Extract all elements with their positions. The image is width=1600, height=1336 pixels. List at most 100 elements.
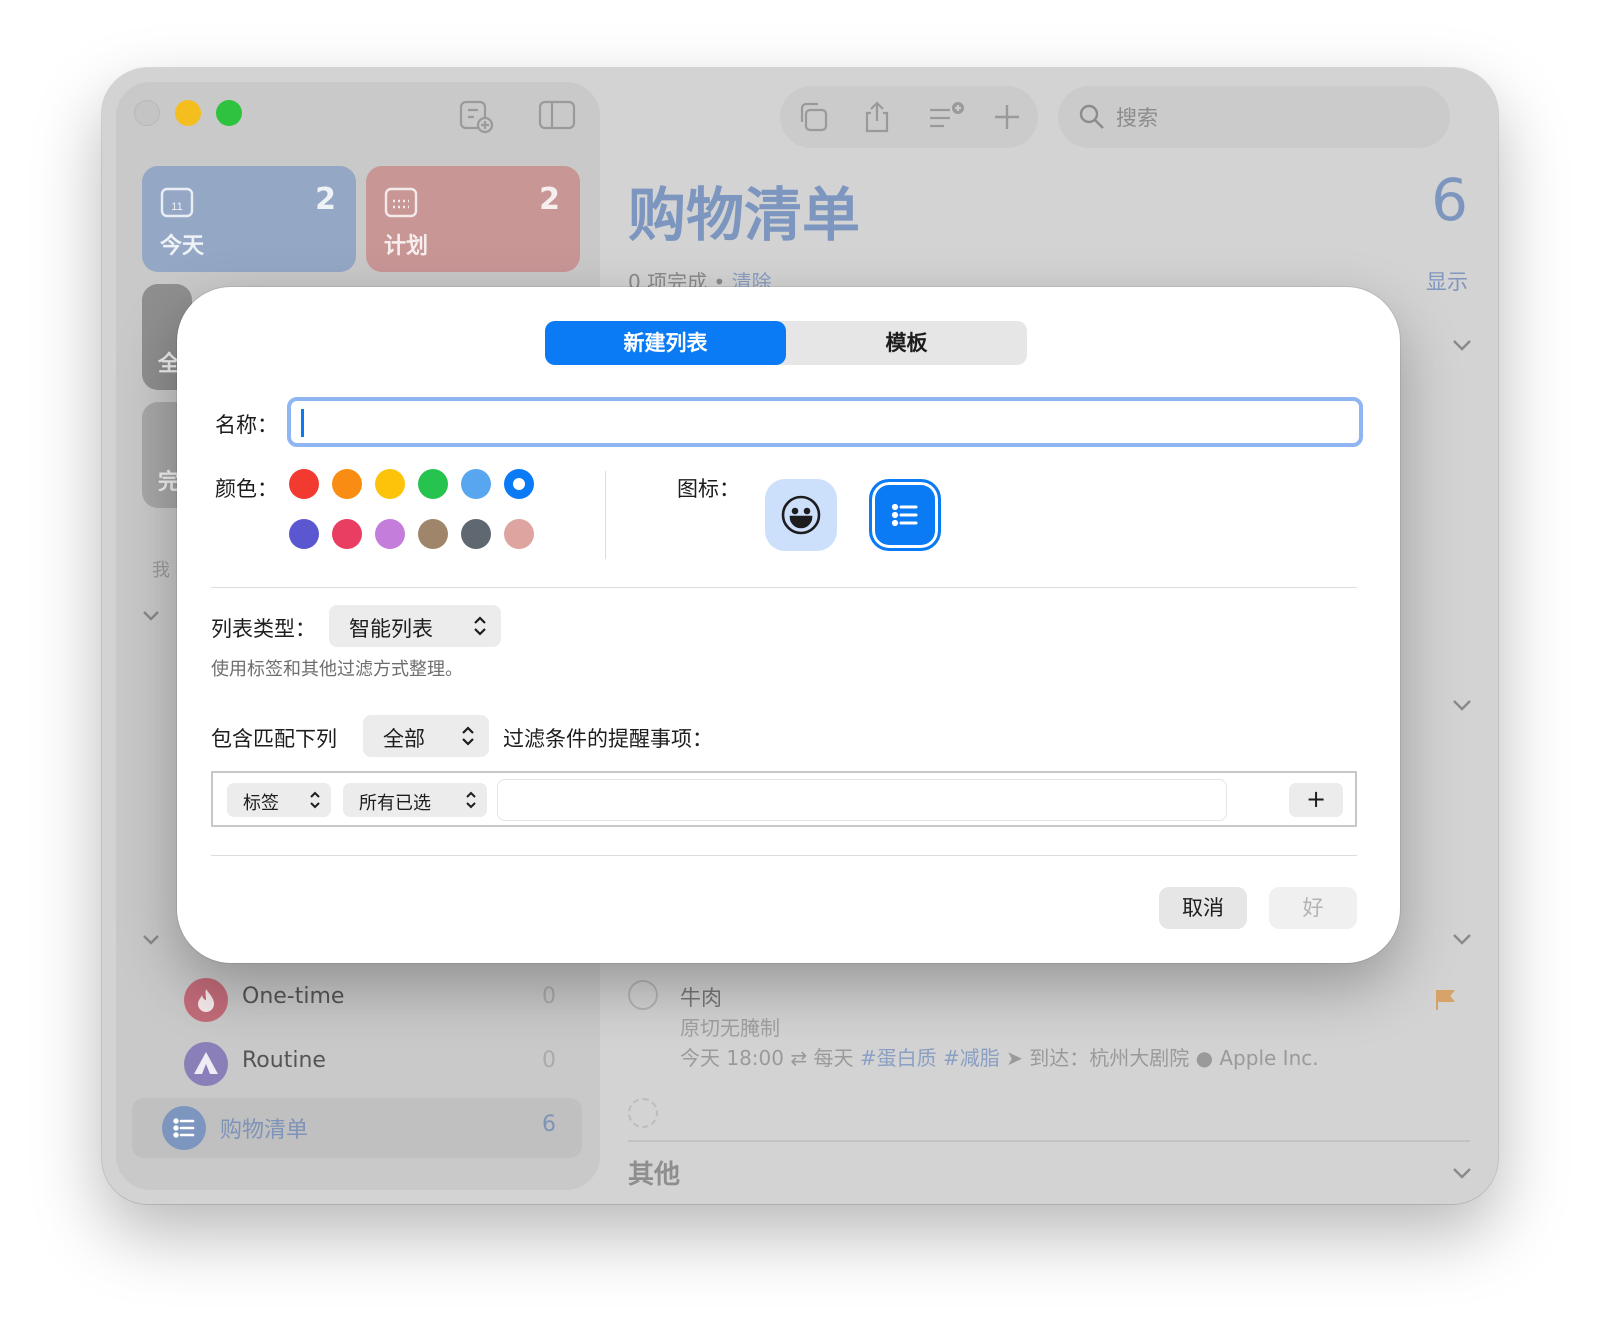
include-suffix-label: 过滤条件的提醒事项： xyxy=(503,727,713,751)
task-meta: 今天 18:00 ⇄ 每天 #蛋白质 #减脂 ➤ 到达：杭州大剧院 ● Appl… xyxy=(680,1042,1319,1071)
new-list-icon[interactable] xyxy=(458,98,494,138)
new-task-checkbox[interactable] xyxy=(628,1098,658,1128)
tab-templates[interactable]: 模板 xyxy=(786,321,1027,365)
divider xyxy=(211,855,1357,856)
color-swatch[interactable] xyxy=(289,469,319,499)
sidebar-item-count: 0 xyxy=(542,984,556,1009)
sidebar-item-label: 购物清单 xyxy=(220,1118,309,1143)
sidebar-item-one-time[interactable]: One-time 0 xyxy=(132,970,582,1030)
divider xyxy=(211,587,1357,588)
task-note: 原切无腌制 xyxy=(680,1016,780,1040)
color-swatch[interactable] xyxy=(418,519,448,549)
smart-list-label: 计划 xyxy=(384,234,429,259)
sidebar-item-label: Routine xyxy=(242,1048,326,1073)
color-label: 颜色： xyxy=(215,477,278,501)
task-assignee: Apple Inc. xyxy=(1219,1046,1319,1070)
chevron-down-icon[interactable] xyxy=(1452,336,1472,355)
smart-list-today[interactable]: 11 2 今天 xyxy=(142,166,356,272)
section-divider xyxy=(628,1140,1470,1142)
list-type-select[interactable]: 智能列表 xyxy=(329,605,501,647)
task-tags[interactable]: #蛋白质 #减脂 xyxy=(860,1046,1000,1070)
updown-chevron-icon xyxy=(465,790,477,815)
filter-value-input[interactable] xyxy=(497,779,1227,821)
flag-icon xyxy=(1434,988,1458,1016)
icon-option-list[interactable] xyxy=(869,479,941,551)
color-swatch[interactable] xyxy=(332,519,362,549)
color-swatch[interactable] xyxy=(375,469,405,499)
section-header-other: 其他 xyxy=(628,1160,681,1190)
window-minimize-button[interactable] xyxy=(175,100,201,126)
message-bubble-icon: ● xyxy=(1195,1046,1220,1070)
sidebar-item-shopping-list[interactable]: 购物清单 6 xyxy=(132,1098,582,1158)
smart-list-planned[interactable]: 2 计划 xyxy=(366,166,580,272)
calendar-date-number: 11 xyxy=(171,201,182,213)
color-swatch[interactable] xyxy=(375,519,405,549)
smiley-icon xyxy=(779,493,823,541)
sidebar-item-routine[interactable]: Routine 0 xyxy=(132,1034,582,1094)
tent-icon xyxy=(184,1042,228,1086)
tab-new-list[interactable]: 新建列表 xyxy=(545,321,786,365)
new-list-dialog: 新建列表 模板 名称： 颜色： 图标： 列表类型： 智能列表 使用标签和其他过滤… xyxy=(177,287,1400,963)
chevron-down-icon[interactable] xyxy=(142,930,160,951)
match-mode-select[interactable]: 全部 xyxy=(363,715,489,757)
list-name-input[interactable] xyxy=(287,397,1363,447)
color-swatch[interactable] xyxy=(504,469,534,499)
updown-chevron-icon xyxy=(309,790,321,815)
task-repeat: 每天 xyxy=(813,1046,854,1070)
color-swatch[interactable] xyxy=(289,519,319,549)
task-location: 到达：杭州大剧院 xyxy=(1029,1046,1190,1070)
color-swatch[interactable] xyxy=(418,469,448,499)
filter-row: 标签 所有已选 + xyxy=(211,771,1357,827)
page-title: 购物清单 xyxy=(628,181,861,249)
cancel-button[interactable]: 取消 xyxy=(1159,887,1247,929)
name-label: 名称： xyxy=(215,413,278,437)
list-icon xyxy=(162,1106,206,1150)
filter-field-value: 标签 xyxy=(243,793,279,814)
task-title[interactable]: 牛肉 xyxy=(680,982,722,1012)
sidebar-item-count: 6 xyxy=(542,1112,556,1137)
chevron-down-icon[interactable] xyxy=(1452,1164,1472,1183)
include-prefix-label: 包含匹配下列 xyxy=(211,727,337,751)
chevron-down-icon[interactable] xyxy=(1452,696,1472,715)
repeat-icon: ⇄ xyxy=(790,1046,814,1070)
filter-operator-value: 所有已选 xyxy=(359,793,431,814)
list-type-value: 智能列表 xyxy=(349,617,433,641)
smart-list-count: 2 xyxy=(539,182,560,217)
section-header-my-lists: 我 xyxy=(152,560,170,581)
add-filter-button[interactable]: + xyxy=(1289,783,1343,817)
color-swatch[interactable] xyxy=(504,519,534,549)
chevron-down-icon[interactable] xyxy=(1452,930,1472,949)
color-swatch[interactable] xyxy=(461,519,491,549)
list-icon xyxy=(884,494,926,540)
task-complete-checkbox[interactable] xyxy=(628,980,658,1010)
dialog-mode-tabs: 新建列表 模板 xyxy=(545,321,1027,365)
sidebar-item-count: 0 xyxy=(542,1048,556,1073)
vertical-divider xyxy=(605,471,606,559)
list-type-label: 列表类型： xyxy=(211,617,316,641)
chevron-down-icon[interactable] xyxy=(142,606,160,627)
window-zoom-button[interactable] xyxy=(216,100,242,126)
list-type-hint: 使用标签和其他过滤方式整理。 xyxy=(211,659,463,680)
filter-field-select[interactable]: 标签 xyxy=(227,783,331,817)
icon-option-smiley[interactable] xyxy=(765,479,837,551)
show-completed-link[interactable]: 显示 xyxy=(1426,266,1468,296)
color-swatch[interactable] xyxy=(332,469,362,499)
sidebar-item-label: One-time xyxy=(242,984,345,1009)
list-count: 6 xyxy=(1431,166,1468,234)
location-arrow-icon: ➤ xyxy=(1006,1046,1030,1070)
updown-chevron-icon xyxy=(473,615,487,642)
sidebar-toggle-icon[interactable] xyxy=(538,98,576,136)
smart-list-label: 今天 xyxy=(160,234,205,259)
calendar-today-icon: 11 xyxy=(160,186,194,222)
calendar-grid-icon xyxy=(384,186,418,222)
icon-label: 图标： xyxy=(677,477,740,501)
ok-button[interactable]: 好 xyxy=(1269,887,1357,929)
updown-chevron-icon xyxy=(461,725,475,752)
text-caret xyxy=(301,409,304,437)
smart-list-count: 2 xyxy=(315,182,336,217)
color-swatch[interactable] xyxy=(461,469,491,499)
window-close-button[interactable] xyxy=(134,100,160,126)
task-due-time: 今天 18:00 xyxy=(680,1046,784,1070)
filter-operator-select[interactable]: 所有已选 xyxy=(343,783,487,817)
flame-icon xyxy=(184,978,228,1022)
